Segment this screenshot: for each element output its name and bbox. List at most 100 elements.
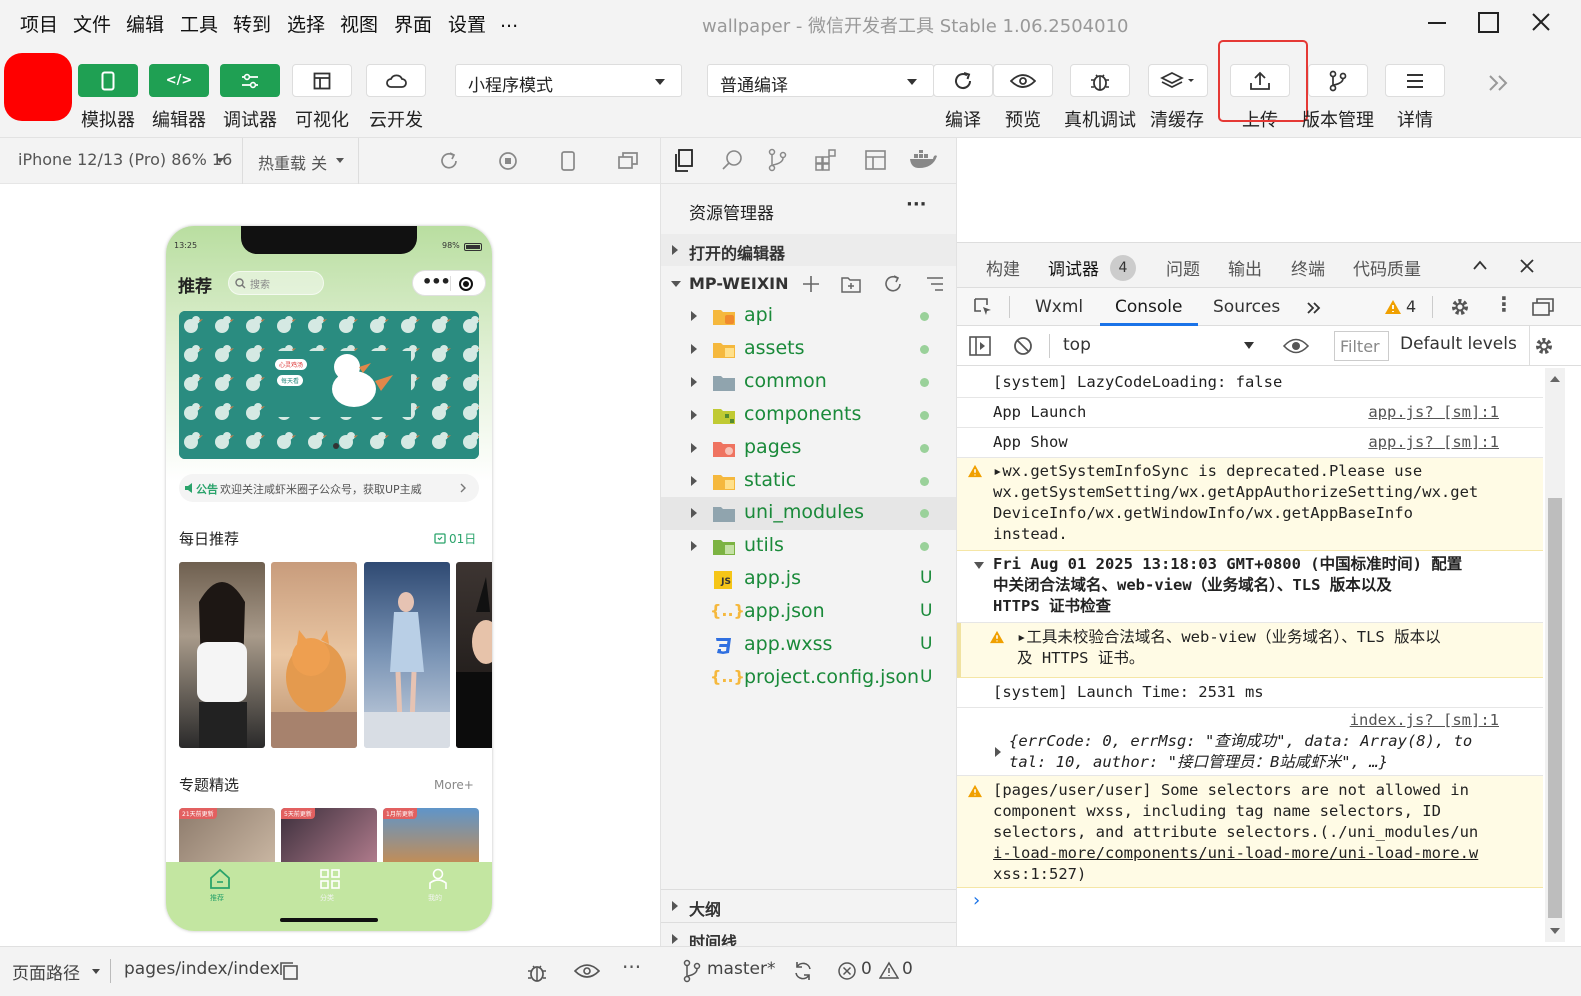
- filter-input[interactable]: Filter: [1334, 331, 1389, 361]
- folder-row-utils[interactable]: utils: [661, 530, 956, 563]
- copy-icon[interactable]: [279, 961, 299, 981]
- eye-icon[interactable]: [574, 963, 600, 979]
- folder-row-uni-modules[interactable]: uni_modules: [661, 497, 956, 530]
- refresh-icon[interactable]: [883, 274, 903, 294]
- collapse-all-icon[interactable]: [925, 274, 945, 294]
- minimize-icon[interactable]: [1428, 22, 1446, 24]
- explorer-more-icon[interactable]: ···: [906, 194, 927, 215]
- more-icon[interactable]: ···: [622, 955, 641, 979]
- tab-console[interactable]: Console: [1115, 297, 1183, 317]
- log-line[interactable]: i-load-more/components/uni-load-more/uni…: [993, 843, 1543, 864]
- close-icon[interactable]: [1531, 12, 1551, 32]
- scrollbar-thumb[interactable]: [1548, 498, 1562, 918]
- error-count[interactable]: 0: [861, 959, 872, 979]
- cloud-button[interactable]: [366, 64, 426, 97]
- daily-image[interactable]: [364, 562, 450, 748]
- menu-view[interactable]: 视图: [340, 10, 378, 37]
- editor-button[interactable]: </>: [149, 64, 209, 97]
- maximize-icon[interactable]: [1478, 12, 1499, 33]
- file-row-app-js[interactable]: JS app.js U: [661, 563, 956, 596]
- log-warning-nested[interactable]: ▸工具未校验合法域名、web-view（业务域名）、TLS 版本以 及 HTTP…: [957, 623, 1543, 678]
- debugger-button[interactable]: [220, 64, 280, 97]
- stop-icon[interactable]: [498, 151, 518, 171]
- daily-image[interactable]: [456, 562, 492, 748]
- tab-sources[interactable]: Sources: [1213, 297, 1280, 317]
- mode-select[interactable]: 小程序模式: [455, 64, 682, 97]
- log-source-link[interactable]: app.js? [sm]:1: [1368, 432, 1499, 453]
- device-select[interactable]: iPhone 12/13 (Pro) 86% 16: [18, 150, 232, 169]
- new-file-icon[interactable]: [801, 274, 821, 294]
- log-warning[interactable]: ▸wx.getSystemInfoSync is deprecated.Plea…: [957, 458, 1543, 551]
- inspect-icon[interactable]: [973, 297, 993, 317]
- tab-wxml[interactable]: Wxml: [1035, 297, 1083, 317]
- warning-count[interactable]: 0: [902, 959, 913, 979]
- topic-more-link[interactable]: More+: [434, 778, 474, 792]
- log-object[interactable]: index.js? [sm]:1 {errCode: 0, errMsg: "查…: [957, 708, 1543, 776]
- git-branch[interactable]: master*: [707, 959, 775, 979]
- docker-icon[interactable]: [909, 150, 937, 170]
- clear-console-icon[interactable]: [1013, 336, 1033, 356]
- dock-icon[interactable]: [1531, 297, 1555, 317]
- close-panel-icon[interactable]: [1520, 259, 1534, 273]
- context-select[interactable]: top: [1063, 335, 1091, 355]
- menu-project[interactable]: 项目: [20, 10, 58, 37]
- folder-row-components[interactable]: components: [661, 399, 956, 432]
- folder-row-api[interactable]: api: [661, 300, 956, 333]
- tab-terminal[interactable]: 终端: [1291, 255, 1325, 280]
- search-icon[interactable]: [721, 148, 745, 172]
- extensions-icon[interactable]: [814, 148, 838, 172]
- log-group[interactable]: Fri Aug 01 2025 13:18:03 GMT+0800 (中国标准时…: [957, 551, 1543, 623]
- tab-output[interactable]: 输出: [1228, 255, 1262, 280]
- folder-row-pages[interactable]: pages: [661, 432, 956, 465]
- tab-debugger[interactable]: 调试器: [1048, 255, 1099, 280]
- log-source-link[interactable]: app.js? [sm]:1: [1368, 402, 1499, 423]
- menu-edit[interactable]: 编辑: [126, 10, 164, 37]
- log-warning[interactable]: [pages/user/user] Some selectors are not…: [957, 776, 1543, 888]
- double-chevron-right-icon[interactable]: [1488, 74, 1510, 92]
- compile-select[interactable]: 普通编译: [707, 64, 934, 97]
- simulator-button[interactable]: [78, 64, 138, 97]
- gear-icon[interactable]: [1533, 335, 1555, 357]
- more-tabs-icon[interactable]: [1306, 301, 1322, 315]
- folder-row-common[interactable]: common: [661, 366, 956, 399]
- sync-icon[interactable]: [792, 960, 814, 982]
- files-icon[interactable]: [673, 148, 695, 174]
- capsule-close-icon[interactable]: [459, 277, 473, 291]
- phone-search-input[interactable]: 搜索: [228, 271, 324, 295]
- folder-row-assets[interactable]: assets: [661, 333, 956, 366]
- compile-button[interactable]: [933, 64, 993, 97]
- menu-more[interactable]: ...: [500, 10, 518, 32]
- device-debug-button[interactable]: [1070, 64, 1130, 97]
- folder-row-static[interactable]: static: [661, 465, 956, 498]
- tab-home[interactable]: 推荐: [194, 868, 246, 908]
- version-button[interactable]: [1308, 64, 1368, 97]
- page-path-select[interactable]: 页面路径: [12, 959, 80, 984]
- log-source-link[interactable]: index.js? [sm]:1: [1350, 710, 1499, 731]
- menu-file[interactable]: 文件: [73, 10, 111, 37]
- capsule-menu[interactable]: •••: [412, 270, 486, 296]
- tab-build[interactable]: 构建: [986, 255, 1020, 280]
- source-control-icon[interactable]: [767, 148, 789, 172]
- layout-icon[interactable]: [864, 148, 888, 172]
- branch-icon[interactable]: [682, 959, 702, 983]
- warning-count[interactable]: 4: [1406, 297, 1416, 316]
- new-folder-icon[interactable]: [840, 274, 862, 294]
- chevron-right-icon[interactable]: [995, 747, 1001, 757]
- bug-icon[interactable]: [524, 959, 550, 985]
- more-dots-icon[interactable]: •••: [422, 272, 451, 291]
- topic-card[interactable]: 21天前更新: [179, 808, 275, 864]
- scroll-down-icon[interactable]: [1550, 928, 1560, 934]
- menu-goto[interactable]: 转到: [233, 10, 271, 37]
- preview-button[interactable]: [993, 64, 1053, 97]
- visual-button[interactable]: [292, 64, 352, 97]
- file-row-app-json[interactable]: {..} app.json U: [661, 596, 956, 629]
- scroll-up-icon[interactable]: [1550, 376, 1560, 382]
- warning-outline-icon[interactable]: [879, 961, 899, 979]
- avatar[interactable]: [4, 53, 72, 121]
- file-row-app-wxss[interactable]: app.wxss U: [661, 629, 956, 662]
- daily-image[interactable]: [179, 562, 265, 748]
- menu-settings[interactable]: 设置: [448, 10, 486, 37]
- project-section[interactable]: MP-WEIXIN: [661, 267, 956, 300]
- swiper-dot[interactable]: [333, 443, 339, 449]
- tab-problems[interactable]: 问题: [1166, 255, 1200, 280]
